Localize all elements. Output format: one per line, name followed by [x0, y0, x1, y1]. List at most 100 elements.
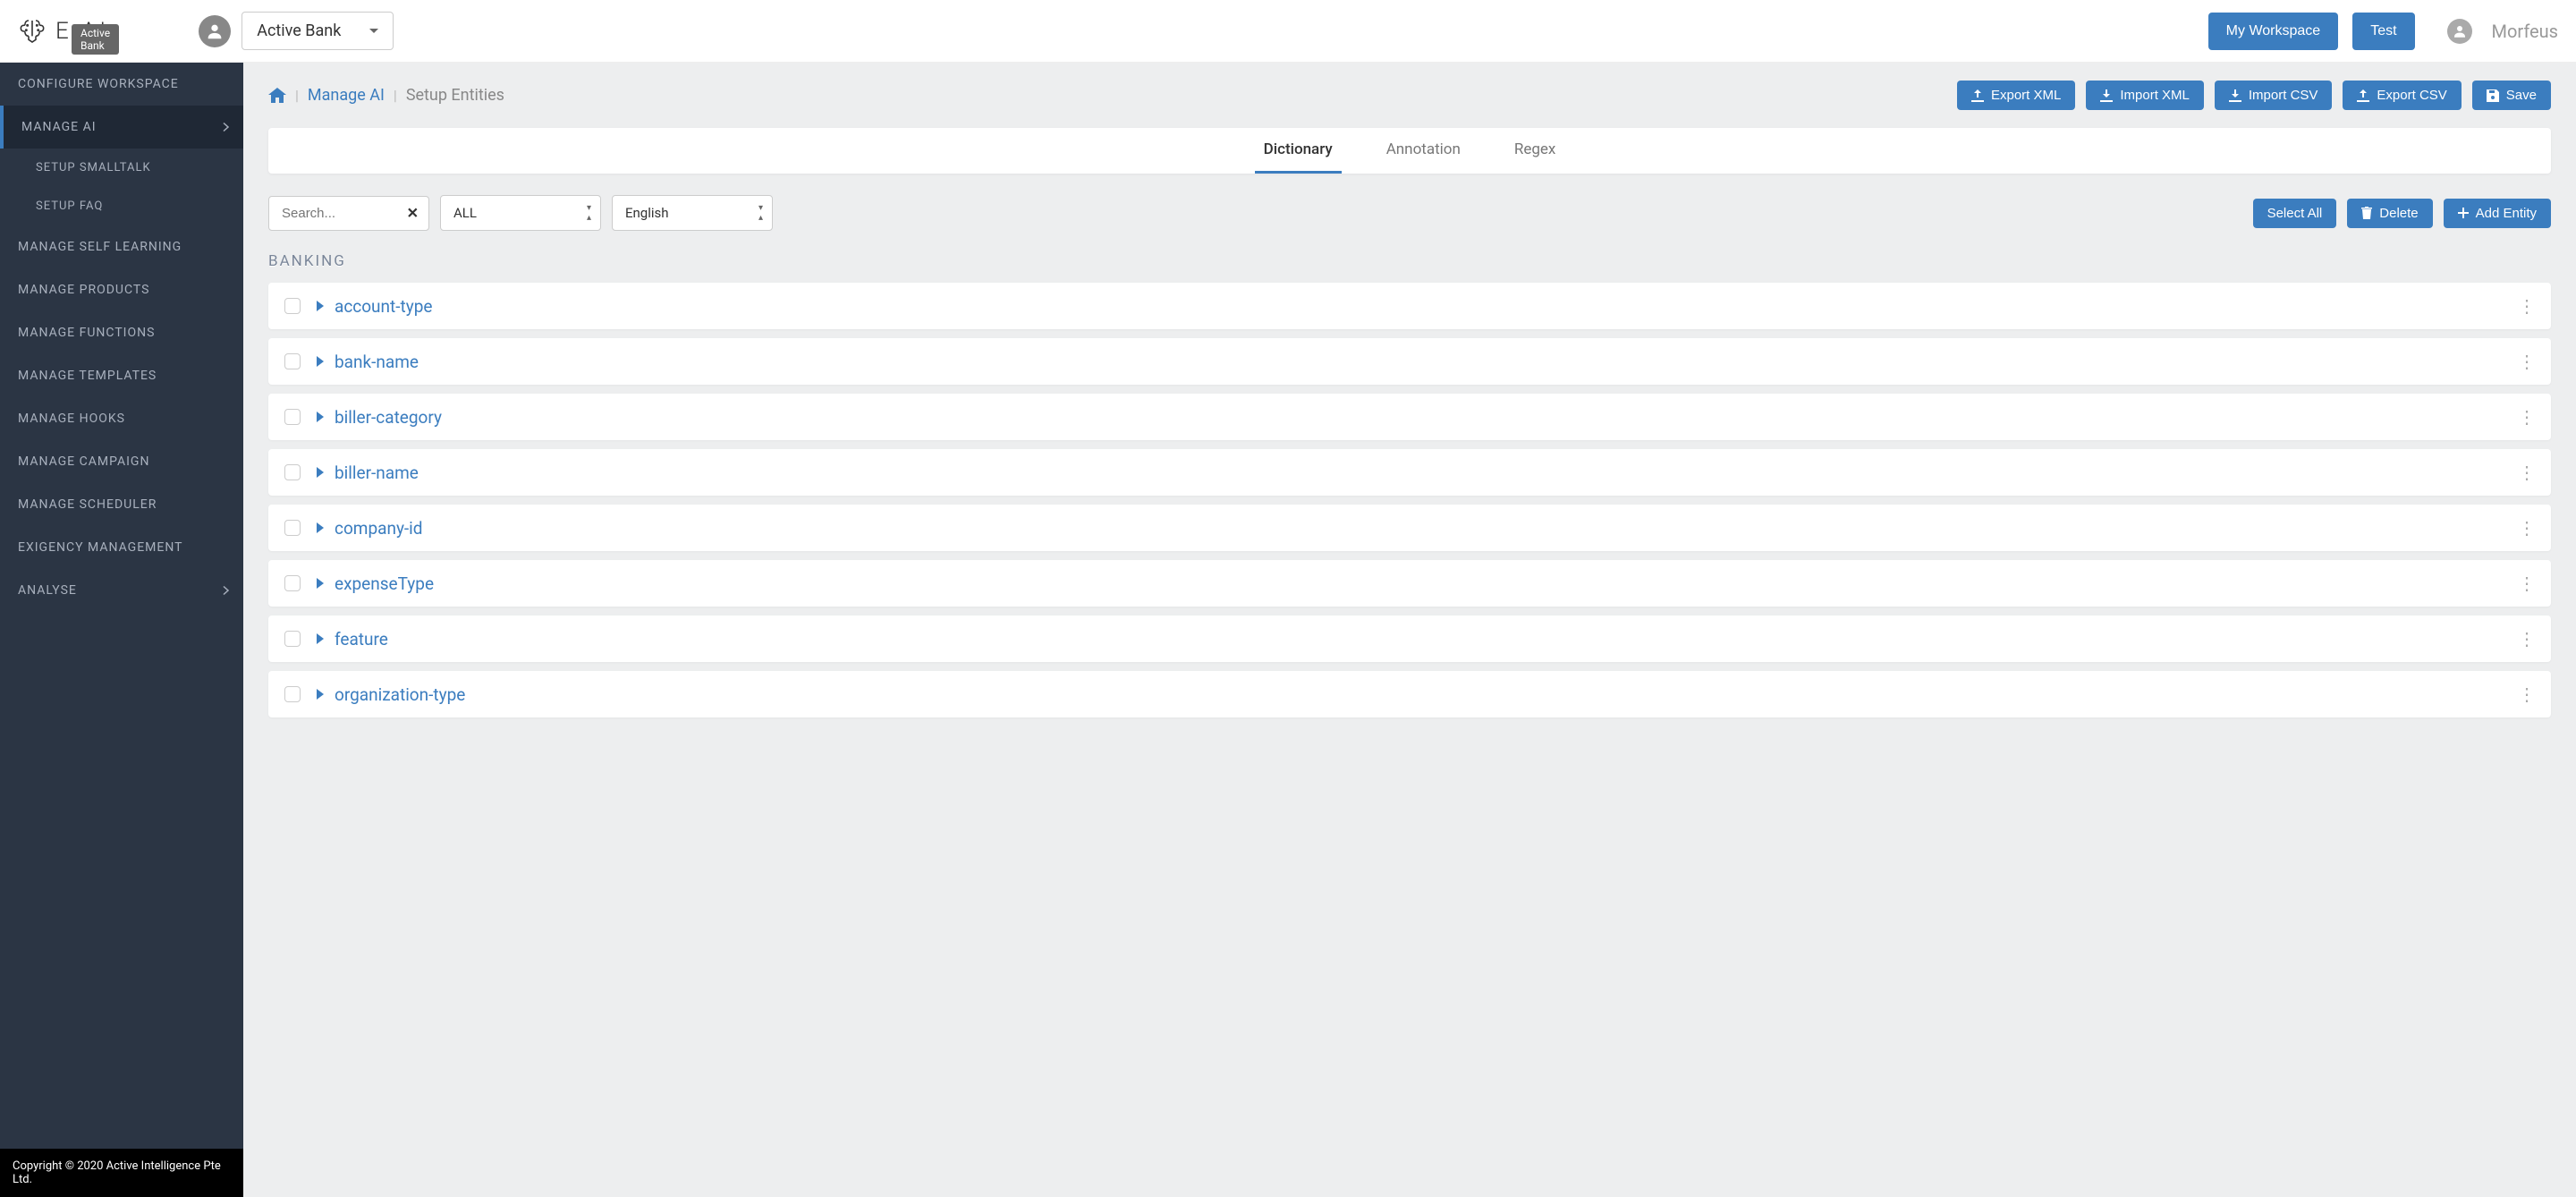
- button-label: Import CSV: [2249, 88, 2318, 103]
- select-all-button[interactable]: Select All: [2253, 199, 2337, 228]
- entity-row: expenseType ⋮: [268, 560, 2551, 607]
- upload-icon: [2357, 89, 2369, 102]
- kebab-menu-icon[interactable]: ⋮: [2518, 683, 2535, 705]
- expand-icon[interactable]: [317, 522, 324, 533]
- user-area[interactable]: Morfeus: [2447, 19, 2558, 44]
- entity-checkbox[interactable]: [284, 464, 301, 480]
- home-icon[interactable]: [268, 88, 286, 104]
- delete-button[interactable]: Delete: [2347, 199, 2432, 228]
- entity-name[interactable]: biller-name: [335, 463, 419, 483]
- tab-regex[interactable]: Regex: [1505, 128, 1564, 174]
- caret-down-icon: [369, 29, 378, 34]
- kebab-menu-icon[interactable]: ⋮: [2518, 406, 2535, 428]
- sidebar: CONFIGURE WORKSPACE MANAGE AI SETUP SMAL…: [0, 63, 243, 1197]
- expand-icon[interactable]: [317, 689, 324, 700]
- sidebar-item-manage-scheduler[interactable]: MANAGE SCHEDULER: [0, 483, 243, 526]
- workspace-tooltip: Active Bank: [72, 24, 119, 55]
- entity-name[interactable]: expenseType: [335, 573, 434, 594]
- add-entity-button[interactable]: Add Entity: [2444, 199, 2551, 228]
- entity-checkbox[interactable]: [284, 353, 301, 369]
- entity-name[interactable]: bank-name: [335, 352, 419, 372]
- upload-icon: [1971, 89, 1984, 102]
- search-input[interactable]: [268, 196, 429, 231]
- logo-area: E.AI Active Bank: [18, 17, 109, 46]
- entity-checkbox[interactable]: [284, 298, 301, 314]
- breadcrumb-current: Setup Entities: [406, 86, 504, 105]
- entity-row: account-type ⋮: [268, 283, 2551, 329]
- entity-row: organization-type ⋮: [268, 671, 2551, 717]
- chevron-right-icon: [223, 123, 229, 132]
- entity-checkbox[interactable]: [284, 409, 301, 425]
- kebab-menu-icon[interactable]: ⋮: [2518, 517, 2535, 539]
- button-label: Save: [2506, 88, 2537, 103]
- tab-dictionary[interactable]: Dictionary: [1255, 128, 1342, 174]
- entity-name[interactable]: feature: [335, 629, 388, 649]
- sidebar-item-label: MANAGE HOOKS: [18, 412, 125, 426]
- entity-checkbox[interactable]: [284, 520, 301, 536]
- entity-row: company-id ⋮: [268, 505, 2551, 551]
- entity-checkbox[interactable]: [284, 631, 301, 647]
- language-select[interactable]: English ▾▴: [612, 195, 773, 231]
- type-select[interactable]: ALL ▾▴: [440, 195, 601, 231]
- sidebar-item-manage-campaign[interactable]: MANAGE CAMPAIGN: [0, 440, 243, 483]
- sidebar-item-analyse[interactable]: ANALYSE: [0, 569, 243, 612]
- sidebar-item-manage-ai[interactable]: MANAGE AI: [0, 106, 243, 149]
- entity-name[interactable]: organization-type: [335, 684, 465, 705]
- expand-icon[interactable]: [317, 412, 324, 422]
- import-csv-button[interactable]: Import CSV: [2215, 81, 2333, 110]
- expand-icon[interactable]: [317, 301, 324, 311]
- entity-row: bank-name ⋮: [268, 338, 2551, 385]
- entity-name[interactable]: company-id: [335, 518, 423, 539]
- expand-icon[interactable]: [317, 633, 324, 644]
- sidebar-item-label: ANALYSE: [18, 583, 77, 598]
- select-caret-icon: ▾▴: [758, 203, 763, 223]
- button-label: Export CSV: [2377, 88, 2446, 103]
- select-value: English: [625, 205, 669, 221]
- entity-row: feature ⋮: [268, 615, 2551, 662]
- clear-icon[interactable]: ✕: [407, 205, 419, 222]
- my-workspace-button[interactable]: My Workspace: [2208, 13, 2339, 50]
- workspace-dropdown[interactable]: Active Bank: [242, 12, 394, 50]
- filter-actions: Select All Delete Add Entity: [2253, 199, 2551, 228]
- sidebar-item-manage-templates[interactable]: MANAGE TEMPLATES: [0, 354, 243, 397]
- user-avatar-icon: [2447, 19, 2472, 44]
- kebab-menu-icon[interactable]: ⋮: [2518, 462, 2535, 483]
- tab-annotation[interactable]: Annotation: [1377, 128, 1470, 174]
- chevron-right-icon: [223, 586, 229, 596]
- export-csv-button[interactable]: Export CSV: [2343, 81, 2461, 110]
- expand-icon[interactable]: [317, 578, 324, 589]
- filter-row: ✕ ALL ▾▴ English ▾▴ Select All Delete Ad…: [243, 174, 2576, 245]
- save-button[interactable]: Save: [2472, 81, 2551, 110]
- sidebar-item-manage-products[interactable]: MANAGE PRODUCTS: [0, 268, 243, 311]
- entity-checkbox[interactable]: [284, 686, 301, 702]
- import-xml-button[interactable]: Import XML: [2086, 81, 2204, 110]
- expand-icon[interactable]: [317, 356, 324, 367]
- tabs: Dictionary Annotation Regex: [268, 128, 2551, 174]
- button-label: Add Entity: [2476, 206, 2537, 221]
- test-button[interactable]: Test: [2352, 13, 2414, 50]
- topbar: E.AI Active Bank Active Bank My Workspac…: [0, 0, 2576, 63]
- section-header: BANKING: [243, 245, 2576, 283]
- entity-name[interactable]: biller-category: [335, 407, 442, 428]
- breadcrumb-manage-ai[interactable]: Manage AI: [308, 86, 385, 105]
- sidebar-item-manage-hooks[interactable]: MANAGE HOOKS: [0, 397, 243, 440]
- kebab-menu-icon[interactable]: ⋮: [2518, 351, 2535, 372]
- export-xml-button[interactable]: Export XML: [1957, 81, 2075, 110]
- entity-name[interactable]: account-type: [335, 296, 432, 317]
- kebab-menu-icon[interactable]: ⋮: [2518, 573, 2535, 594]
- sidebar-subitem-setup-smalltalk[interactable]: SETUP SMALLTALK: [0, 149, 243, 187]
- expand-icon[interactable]: [317, 467, 324, 478]
- entity-checkbox[interactable]: [284, 575, 301, 591]
- sidebar-subitem-setup-faq[interactable]: SETUP FAQ: [0, 187, 243, 225]
- kebab-menu-icon[interactable]: ⋮: [2518, 628, 2535, 649]
- sidebar-item-manage-self-learning[interactable]: MANAGE SELF LEARNING: [0, 225, 243, 268]
- breadcrumb-sep: |: [394, 87, 397, 104]
- sidebar-item-manage-functions[interactable]: MANAGE FUNCTIONS: [0, 311, 243, 354]
- kebab-menu-icon[interactable]: ⋮: [2518, 295, 2535, 317]
- sidebar-subitem-label: SETUP SMALLTALK: [36, 161, 151, 174]
- username: Morfeus: [2492, 21, 2558, 42]
- download-icon: [2229, 89, 2241, 102]
- sidebar-item-exigency-management[interactable]: EXIGENCY MANAGEMENT: [0, 526, 243, 569]
- sidebar-item-configure-workspace[interactable]: CONFIGURE WORKSPACE: [0, 63, 243, 106]
- entity-list: account-type ⋮ bank-name ⋮ biller-catego…: [243, 283, 2576, 717]
